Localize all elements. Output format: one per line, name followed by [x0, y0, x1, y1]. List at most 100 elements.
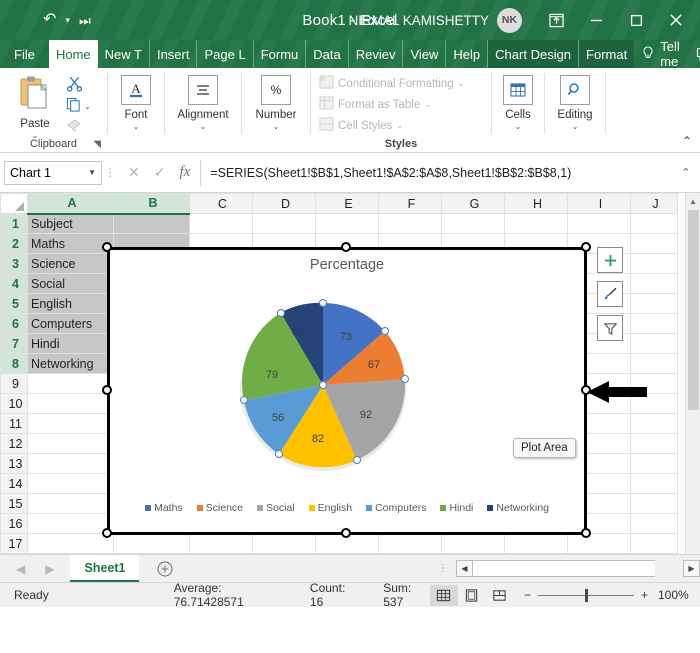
- editing-button[interactable]: Editing ⌄: [551, 73, 599, 131]
- chevron-down-icon[interactable]: ⌄: [424, 100, 431, 109]
- cell-a13[interactable]: [27, 453, 114, 474]
- tab-format[interactable]: Format: [579, 40, 635, 68]
- cancel-x-icon[interactable]: ✕: [128, 164, 140, 181]
- cell-a7[interactable]: Hindi: [27, 333, 114, 354]
- format-as-table-button[interactable]: Format as Table ⌄: [319, 96, 464, 113]
- zoom-control[interactable]: − +: [514, 588, 658, 602]
- format-painter-icon[interactable]: [66, 117, 91, 135]
- formula-input[interactable]: =SERIES(Sheet1!$B$1,Sheet1!$A$2:$A$8,She…: [200, 159, 676, 186]
- pie-handle-maths[interactable]: [381, 327, 389, 335]
- cell-a2[interactable]: Maths: [27, 233, 114, 254]
- row-header-12[interactable]: 12: [0, 433, 28, 454]
- status-sum[interactable]: Sum: 537: [383, 581, 430, 609]
- tab-file[interactable]: File: [0, 40, 49, 68]
- cell-j12[interactable]: [630, 433, 678, 454]
- legend-item-hindi[interactable]: Hindi: [440, 502, 473, 514]
- editing-dropdown-icon[interactable]: ⌄: [572, 122, 579, 131]
- chart-legend[interactable]: Maths Science Social English Computers H…: [110, 502, 584, 514]
- cell-j8[interactable]: [630, 353, 678, 374]
- pie-handle-center[interactable]: [319, 381, 327, 389]
- zoom-level[interactable]: 100%: [658, 588, 700, 602]
- maximize-button[interactable]: [616, 3, 656, 37]
- tab-page-layout[interactable]: Page L: [197, 40, 254, 68]
- chart-title[interactable]: Percentage: [110, 250, 584, 273]
- paste-button[interactable]: Paste ⌄: [6, 73, 64, 140]
- cell-j14[interactable]: [630, 473, 678, 494]
- pie-handle-science[interactable]: [401, 375, 409, 383]
- expand-formula-bar-icon[interactable]: ⌃: [676, 166, 696, 179]
- cell-j16[interactable]: [630, 513, 678, 534]
- row-header-11[interactable]: 11: [0, 413, 28, 434]
- cell-a17[interactable]: [27, 533, 114, 554]
- column-header-f[interactable]: F: [378, 193, 442, 214]
- cell-i18[interactable]: [567, 553, 631, 554]
- cell-h17[interactable]: [504, 533, 568, 554]
- cell-f18[interactable]: [378, 553, 442, 554]
- chart-filters-button[interactable]: [597, 315, 623, 341]
- cell-a14[interactable]: [27, 473, 114, 494]
- cell-a9[interactable]: [27, 373, 114, 394]
- column-header-b[interactable]: B: [113, 193, 190, 215]
- cell-a3[interactable]: Science: [27, 253, 114, 274]
- legend-item-computers[interactable]: Computers: [366, 502, 426, 514]
- zoom-slider[interactable]: [537, 588, 634, 602]
- sheet-tab-sheet1[interactable]: Sheet1: [70, 555, 140, 582]
- tab-home[interactable]: Home: [48, 40, 98, 68]
- cell-c18[interactable]: [189, 553, 253, 554]
- number-dropdown-icon[interactable]: ⌄: [273, 122, 280, 131]
- alignment-button[interactable]: Alignment ⌄: [171, 73, 235, 131]
- fx-icon[interactable]: fx: [179, 164, 190, 181]
- cell-b1[interactable]: [113, 213, 190, 234]
- vertical-scrollbar[interactable]: ▲: [685, 193, 700, 554]
- chevron-down-icon[interactable]: ▼: [88, 168, 96, 177]
- row-header-10[interactable]: 10: [0, 393, 28, 414]
- tab-view[interactable]: View: [403, 40, 447, 68]
- zoom-slider-thumb[interactable]: [584, 588, 588, 602]
- column-header-j[interactable]: J: [630, 193, 678, 214]
- horizontal-scrollbar[interactable]: ◀ ▶: [456, 555, 700, 582]
- chart-handle-top-center[interactable]: [341, 242, 351, 252]
- chart-handle-middle-left[interactable]: [102, 385, 112, 395]
- pie-handle-english[interactable]: [275, 450, 283, 458]
- chart-elements-button[interactable]: [597, 247, 623, 273]
- cell-a10[interactable]: [27, 393, 114, 414]
- cell-h18[interactable]: [504, 553, 568, 554]
- legend-item-english[interactable]: English: [308, 502, 352, 514]
- number-button[interactable]: % Number ⌄: [248, 73, 304, 131]
- cell-j5[interactable]: [630, 293, 678, 314]
- cell-d1[interactable]: [252, 213, 316, 234]
- cell-f17[interactable]: [378, 533, 442, 554]
- page-layout-view-button[interactable]: [458, 585, 486, 606]
- zoom-out-button[interactable]: −: [524, 588, 531, 602]
- cell-e18[interactable]: [315, 553, 379, 554]
- copy-button[interactable]: ⌄: [66, 97, 91, 115]
- row-header-15[interactable]: 15: [0, 493, 28, 514]
- cell-j13[interactable]: [630, 453, 678, 474]
- column-header-a[interactable]: A: [27, 193, 114, 215]
- column-header-g[interactable]: G: [441, 193, 505, 214]
- cell-a16[interactable]: [27, 513, 114, 534]
- pie-handle-computers[interactable]: [240, 396, 248, 404]
- collapse-ribbon-icon[interactable]: ⌃: [682, 134, 692, 148]
- status-count[interactable]: Count: 16: [310, 581, 357, 609]
- cell-a15[interactable]: [27, 493, 114, 514]
- cell-j18[interactable]: [630, 553, 678, 554]
- column-header-h[interactable]: H: [504, 193, 568, 214]
- cell-c1[interactable]: [189, 213, 253, 234]
- font-button[interactable]: A Font ⌄: [114, 73, 158, 131]
- cell-j15[interactable]: [630, 493, 678, 514]
- row-header-8[interactable]: 8: [0, 353, 28, 374]
- pie-handle-social[interactable]: [353, 456, 361, 464]
- row-header-7[interactable]: 7: [0, 333, 28, 354]
- row-header-4[interactable]: 4: [0, 273, 28, 294]
- clipboard-dialog-launcher-icon[interactable]: ◥: [93, 139, 101, 150]
- cell-j7[interactable]: [630, 333, 678, 354]
- row-header-2[interactable]: 2: [0, 233, 28, 254]
- cell-styles-button[interactable]: Cell Styles ⌄: [319, 117, 464, 134]
- normal-view-button[interactable]: [429, 584, 458, 606]
- pie-handle-hindi[interactable]: [277, 309, 285, 317]
- cell-d18[interactable]: [252, 553, 316, 554]
- column-header-d[interactable]: D: [252, 193, 316, 214]
- horizontal-scroll-track[interactable]: [473, 560, 655, 577]
- ribbon-display-options-icon[interactable]: [536, 3, 576, 37]
